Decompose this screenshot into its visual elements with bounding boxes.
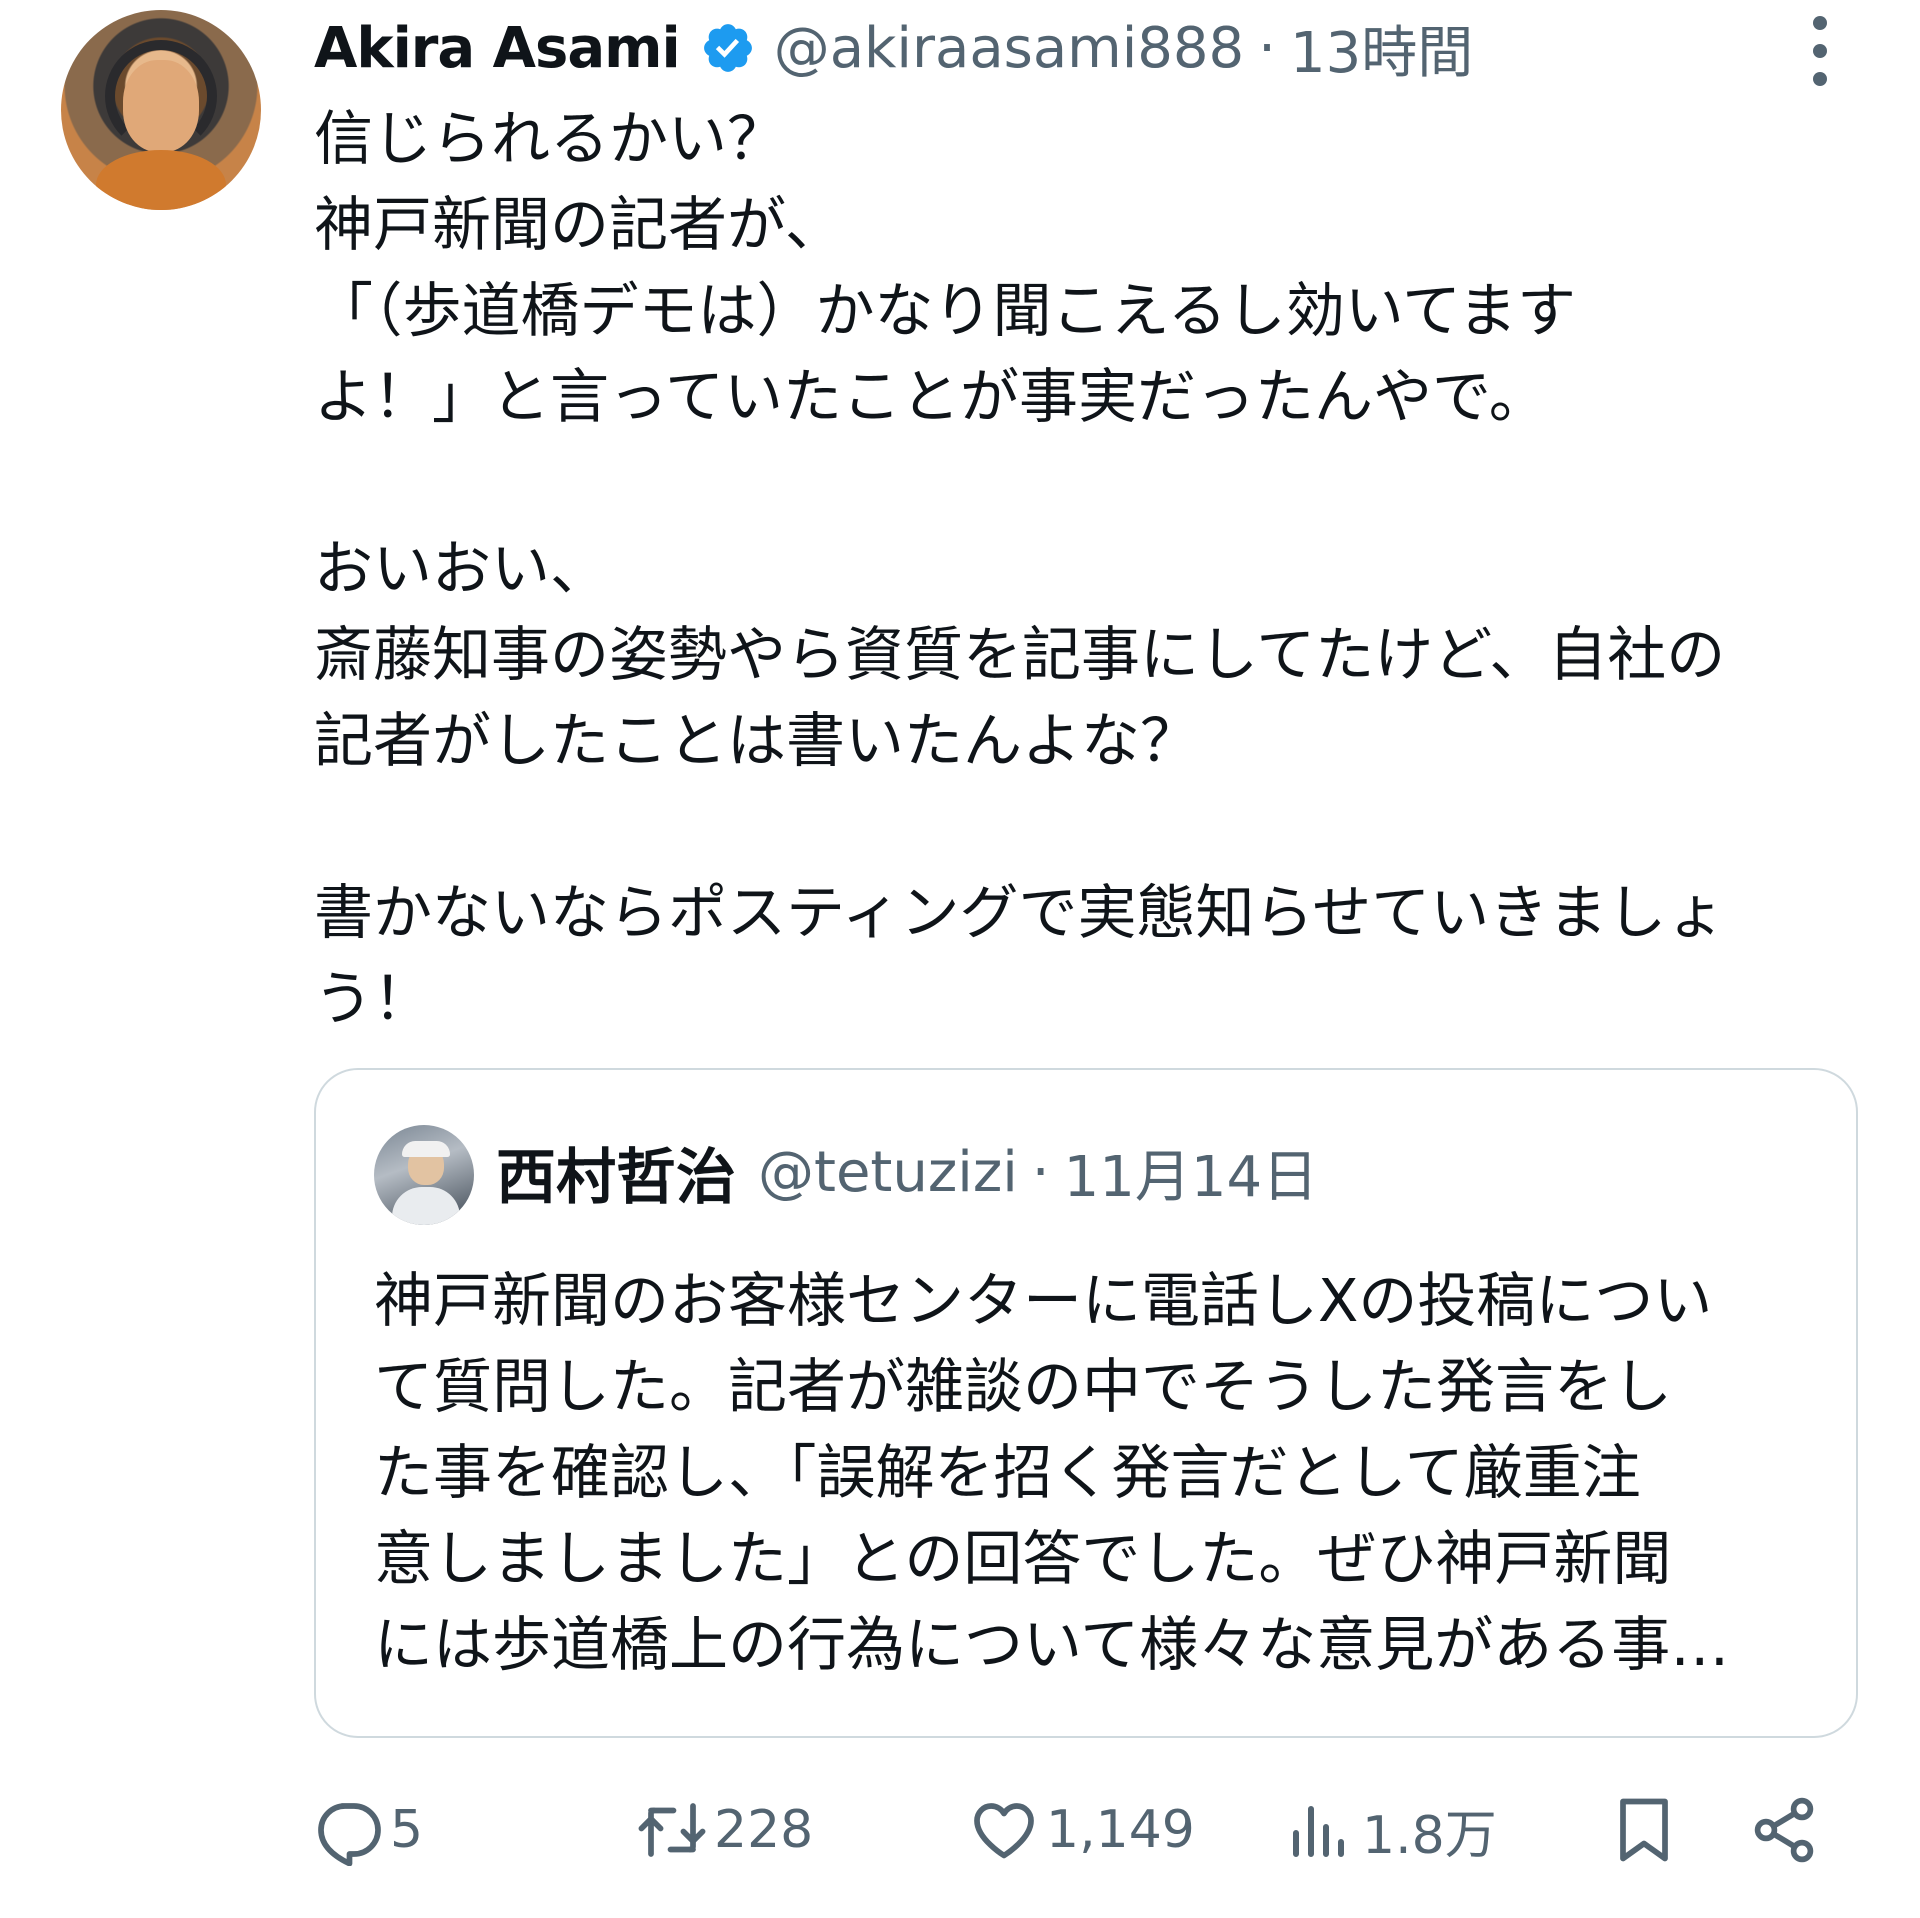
- quoted-post-header: 西村哲治 @tetuzizi · 11月14日: [496, 1132, 1319, 1213]
- retweet-count: 228: [714, 1800, 814, 1860]
- post-header: Akira Asami @akiraasami888 · 13時間: [314, 10, 1473, 86]
- more-icon[interactable]: [1800, 16, 1840, 86]
- quoted-post[interactable]: 西村哲治 @tetuzizi · 11月14日 神戸新聞のお客様センターに電話し…: [314, 1068, 1858, 1738]
- retweet-icon: [638, 1803, 706, 1857]
- author-avatar[interactable]: [61, 10, 261, 210]
- avatar-shirt: [96, 150, 226, 210]
- post-text: 信じられるかい？ 神戸新聞の記者が、 「（歩道橋デモは）かなり聞こえるし効いてま…: [314, 104, 1726, 1033]
- quoted-post-time: 11月14日: [1063, 1144, 1319, 1210]
- separator-dot: ·: [1031, 1139, 1050, 1205]
- more-dot: [1813, 72, 1827, 86]
- share-button[interactable]: [1748, 1790, 1820, 1870]
- reply-button[interactable]: 5: [312, 1790, 423, 1870]
- separator-dot: ·: [1258, 15, 1276, 81]
- avatar-cap: [402, 1141, 450, 1157]
- author-handle[interactable]: @akiraasami888: [774, 16, 1244, 81]
- post-time[interactable]: 13時間: [1290, 8, 1473, 89]
- like-button[interactable]: 1,149: [968, 1790, 1195, 1870]
- like-count: 1,149: [1046, 1800, 1195, 1860]
- quoted-post-text: 神戸新聞のお客様センターに電話しXの投稿につい て質問した。記者が雑談の中でそう…: [374, 1266, 1730, 1679]
- views-button[interactable]: 1.8万: [1284, 1790, 1497, 1870]
- more-dot: [1813, 16, 1827, 30]
- views-count: 1.8万: [1362, 1805, 1497, 1866]
- retweet-button[interactable]: 228: [636, 1790, 813, 1870]
- quoted-author-name: 西村哲治: [496, 1142, 736, 1213]
- post: Akira Asami @akiraasami888 · 13時間 信じられるか…: [0, 0, 1920, 1918]
- verified-badge-icon: [700, 20, 756, 76]
- avatar-face: [123, 60, 199, 152]
- quoted-author-avatar[interactable]: [374, 1125, 474, 1225]
- author-name[interactable]: Akira Asami: [314, 16, 681, 81]
- reply-icon: [318, 1803, 381, 1866]
- bookmark-icon: [1620, 1798, 1668, 1862]
- heart-icon: [974, 1803, 1034, 1859]
- share-icon: [1754, 1797, 1814, 1863]
- avatar-body: [392, 1187, 460, 1225]
- quoted-author-handle: @tetuzizi: [758, 1139, 1018, 1205]
- views-icon: [1293, 1806, 1344, 1857]
- more-dot: [1813, 44, 1827, 58]
- reply-count: 5: [390, 1800, 424, 1860]
- bookmark-button[interactable]: [1608, 1790, 1680, 1870]
